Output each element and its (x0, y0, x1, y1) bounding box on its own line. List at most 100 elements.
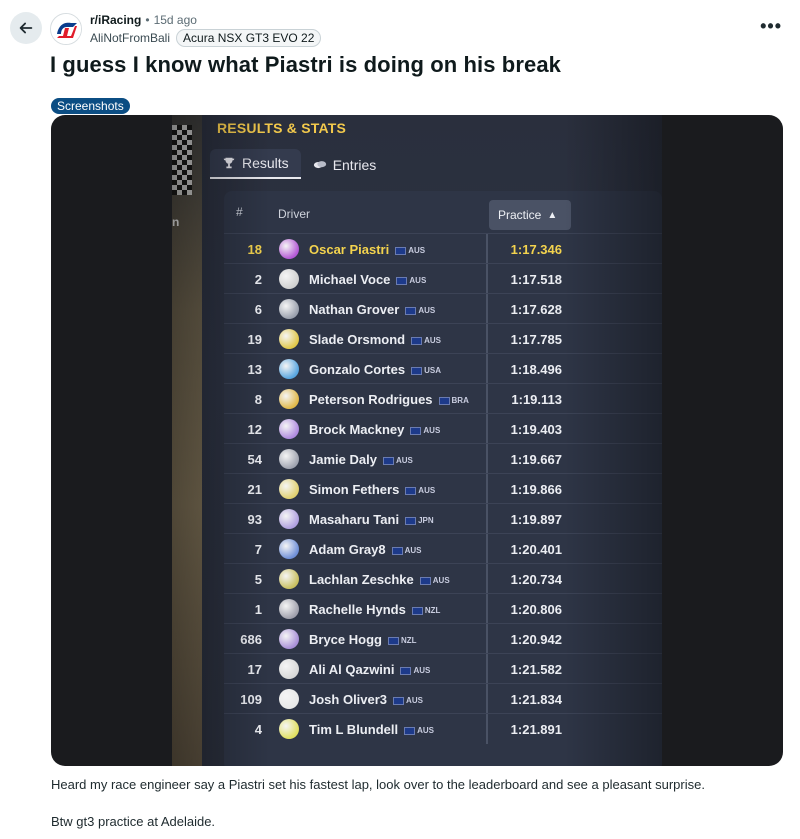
col-header-number: # (236, 205, 243, 219)
tab-results[interactable]: Results (210, 149, 301, 179)
helmet-icon (279, 629, 299, 649)
results-tabs: Results Entries (210, 147, 662, 179)
practice-time: 1:19.667 (510, 452, 562, 467)
post-body-paragraph-2: Btw gt3 practice at Adelaide. (51, 814, 216, 829)
helmet-icon (279, 359, 299, 379)
table-row[interactable]: 109 Josh Oliver3 AUS 1:21.834 (224, 683, 662, 714)
practice-time: 1:17.785 (510, 332, 562, 347)
col-header-practice-sort[interactable]: Practice ▲ (489, 200, 571, 230)
iracing-logo-icon (51, 14, 81, 44)
separator-dot: • (145, 13, 150, 27)
col-header-driver: Driver (278, 207, 310, 221)
leaderboard-photo: n RESULTS & STATS Results Entries # Driv… (172, 115, 662, 766)
table-row[interactable]: 8 Peterson Rodrigues BRA 1:19.113 (224, 383, 662, 414)
more-options-button[interactable]: ••• (760, 16, 782, 37)
practice-time: 1:20.401 (510, 542, 562, 557)
helmet-icon (279, 599, 299, 619)
table-row[interactable]: 6 Nathan Grover AUS 1:17.628 (224, 293, 662, 324)
post-title: I guess I know what Piastri is doing on … (50, 52, 562, 77)
country-code: AUS (432, 576, 450, 586)
country-flag-icon (411, 336, 423, 345)
car-number: 13 (247, 362, 262, 377)
driver-cell: Simon Fethers AUS (309, 482, 435, 497)
country-flag-icon (400, 666, 412, 675)
car-number: 17 (247, 662, 262, 677)
practice-time: 1:19.113 (511, 392, 562, 407)
table-row[interactable]: 5 Lachlan Zeschke AUS 1:20.734 (224, 563, 662, 594)
table-row[interactable]: 4 Tim L Blundell AUS 1:21.891 (224, 713, 662, 744)
helmet-icon (279, 659, 299, 679)
table-row[interactable]: 2 Michael Voce AUS 1:17.518 (224, 263, 662, 294)
subreddit-name[interactable]: r/iRacing (90, 13, 141, 27)
practice-time: 1:17.628 (510, 302, 562, 317)
tickets-icon (313, 161, 326, 169)
country-flag-icon (410, 426, 422, 435)
country-flag-icon (396, 276, 408, 285)
driver-name: Simon Fethers (309, 482, 400, 497)
driver-cell: Peterson Rodrigues BRA (309, 392, 469, 407)
driver-name: Masaharu Tani (309, 512, 400, 527)
driver-name: Adam Gray8 (309, 542, 386, 557)
left-panel-text: n (172, 215, 180, 229)
country-code: AUS (418, 486, 436, 496)
driver-name: Michael Voce (309, 272, 391, 287)
subreddit-avatar[interactable] (50, 13, 82, 45)
table-row[interactable]: 54 Jamie Daly AUS 1:19.667 (224, 443, 662, 474)
table-row[interactable]: 1 Rachelle Hynds NZL 1:20.806 (224, 593, 662, 624)
results-stats-heading: RESULTS & STATS (217, 120, 346, 136)
helmet-icon (279, 449, 299, 469)
country-flag-icon (438, 396, 450, 405)
car-number: 1 (254, 602, 262, 617)
post-image[interactable]: n RESULTS & STATS Results Entries # Driv… (51, 115, 783, 766)
country-flag-icon (411, 366, 423, 375)
car-number: 6 (254, 302, 262, 317)
driver-name: Rachelle Hynds (309, 602, 406, 617)
car-number: 109 (240, 692, 262, 707)
table-header: # Driver Practice ▲ (224, 191, 662, 233)
country-flag-icon (382, 456, 394, 465)
table-row[interactable]: 21 Simon Fethers AUS 1:19.866 (224, 473, 662, 504)
back-button[interactable] (10, 12, 42, 44)
driver-cell: Ali Al Qazwini AUS (309, 662, 430, 677)
table-row[interactable]: 93 Masaharu Tani JPN 1:19.897 (224, 503, 662, 534)
practice-time: 1:20.942 (510, 632, 562, 647)
left-side-panel: n (172, 115, 202, 766)
table-row[interactable]: 686 Bryce Hogg NZL 1:20.942 (224, 623, 662, 654)
table-row[interactable]: 12 Brock Mackney AUS 1:19.403 (224, 413, 662, 444)
country-code: BRA (451, 396, 469, 406)
tab-entries-label: Entries (332, 157, 377, 173)
driver-cell: Lachlan Zeschke AUS (309, 572, 450, 587)
car-number: 12 (247, 422, 262, 437)
country-flag-icon (405, 516, 417, 525)
table-row[interactable]: 17 Ali Al Qazwini AUS 1:21.582 (224, 653, 662, 684)
tab-entries[interactable]: Entries (301, 151, 389, 179)
car-number: 54 (247, 452, 262, 467)
table-row[interactable]: 18 Oscar Piastri AUS 1:17.346 (224, 233, 662, 264)
driver-name: Gonzalo Cortes (309, 362, 406, 377)
table-row[interactable]: 19 Slade Orsmond AUS 1:17.785 (224, 323, 662, 354)
trophy-icon (223, 157, 235, 169)
results-table: # Driver Practice ▲ 18 Oscar Piastri AUS 1:… (224, 191, 662, 766)
practice-time: 1:19.866 (510, 482, 562, 497)
driver-name: Slade Orsmond (309, 332, 406, 347)
author-name[interactable]: AliNotFromBali (90, 31, 170, 45)
car-number: 4 (254, 722, 262, 737)
table-row[interactable]: 13 Gonzalo Cortes USA 1:18.496 (224, 353, 662, 384)
country-code: AUS (417, 726, 434, 736)
country-flag-icon (387, 636, 399, 645)
practice-time: 1:17.518 (510, 272, 562, 287)
helmet-icon (279, 329, 299, 349)
driver-cell: Masaharu Tani JPN (309, 512, 434, 527)
country-code: AUS (406, 696, 423, 706)
country-code: AUS (413, 666, 431, 676)
post-flair[interactable]: Screenshots (51, 98, 130, 114)
car-number: 21 (247, 482, 262, 497)
post-age: 15d ago (153, 13, 197, 27)
country-code: USA (424, 366, 441, 376)
country-flag-icon (419, 576, 431, 585)
car-number: 686 (240, 632, 262, 647)
helmet-icon (279, 269, 299, 289)
driver-cell: Michael Voce AUS (309, 272, 426, 287)
table-row[interactable]: 7 Adam Gray8 AUS 1:20.401 (224, 533, 662, 564)
practice-time: 1:21.582 (510, 662, 562, 677)
